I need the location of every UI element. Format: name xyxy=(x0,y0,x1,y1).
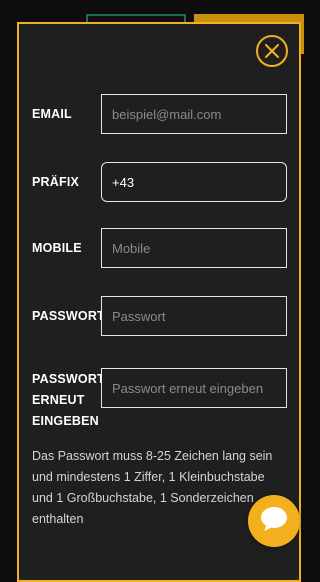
email-field-box xyxy=(101,94,287,134)
mobile-label: MOBILE xyxy=(32,241,82,255)
password-repeat-field-box xyxy=(101,368,287,408)
prefix-label: PRÄFIX xyxy=(32,175,80,189)
prefix-input[interactable] xyxy=(102,163,286,201)
email-input[interactable] xyxy=(102,95,286,133)
password-repeat-input[interactable] xyxy=(102,369,286,407)
password-repeat-label: PASSWORT ERNEUT EINGEBEN xyxy=(32,369,105,432)
mobile-field-box xyxy=(101,228,287,268)
password-field-box xyxy=(101,296,287,336)
mobile-input[interactable] xyxy=(102,229,286,267)
password-repeat-label-line: PASSWORT xyxy=(32,372,105,386)
chat-bubble-icon xyxy=(259,505,289,538)
password-repeat-label-line: EINGEBEN xyxy=(32,414,99,428)
close-icon xyxy=(265,44,279,58)
password-input[interactable] xyxy=(102,297,286,335)
prefix-field-box xyxy=(101,162,287,202)
close-button[interactable] xyxy=(256,35,288,67)
chat-button[interactable] xyxy=(248,495,300,547)
password-repeat-label-line: ERNEUT xyxy=(32,393,85,407)
password-label: PASSWORT xyxy=(32,309,105,323)
email-label: EMAIL xyxy=(32,107,72,121)
